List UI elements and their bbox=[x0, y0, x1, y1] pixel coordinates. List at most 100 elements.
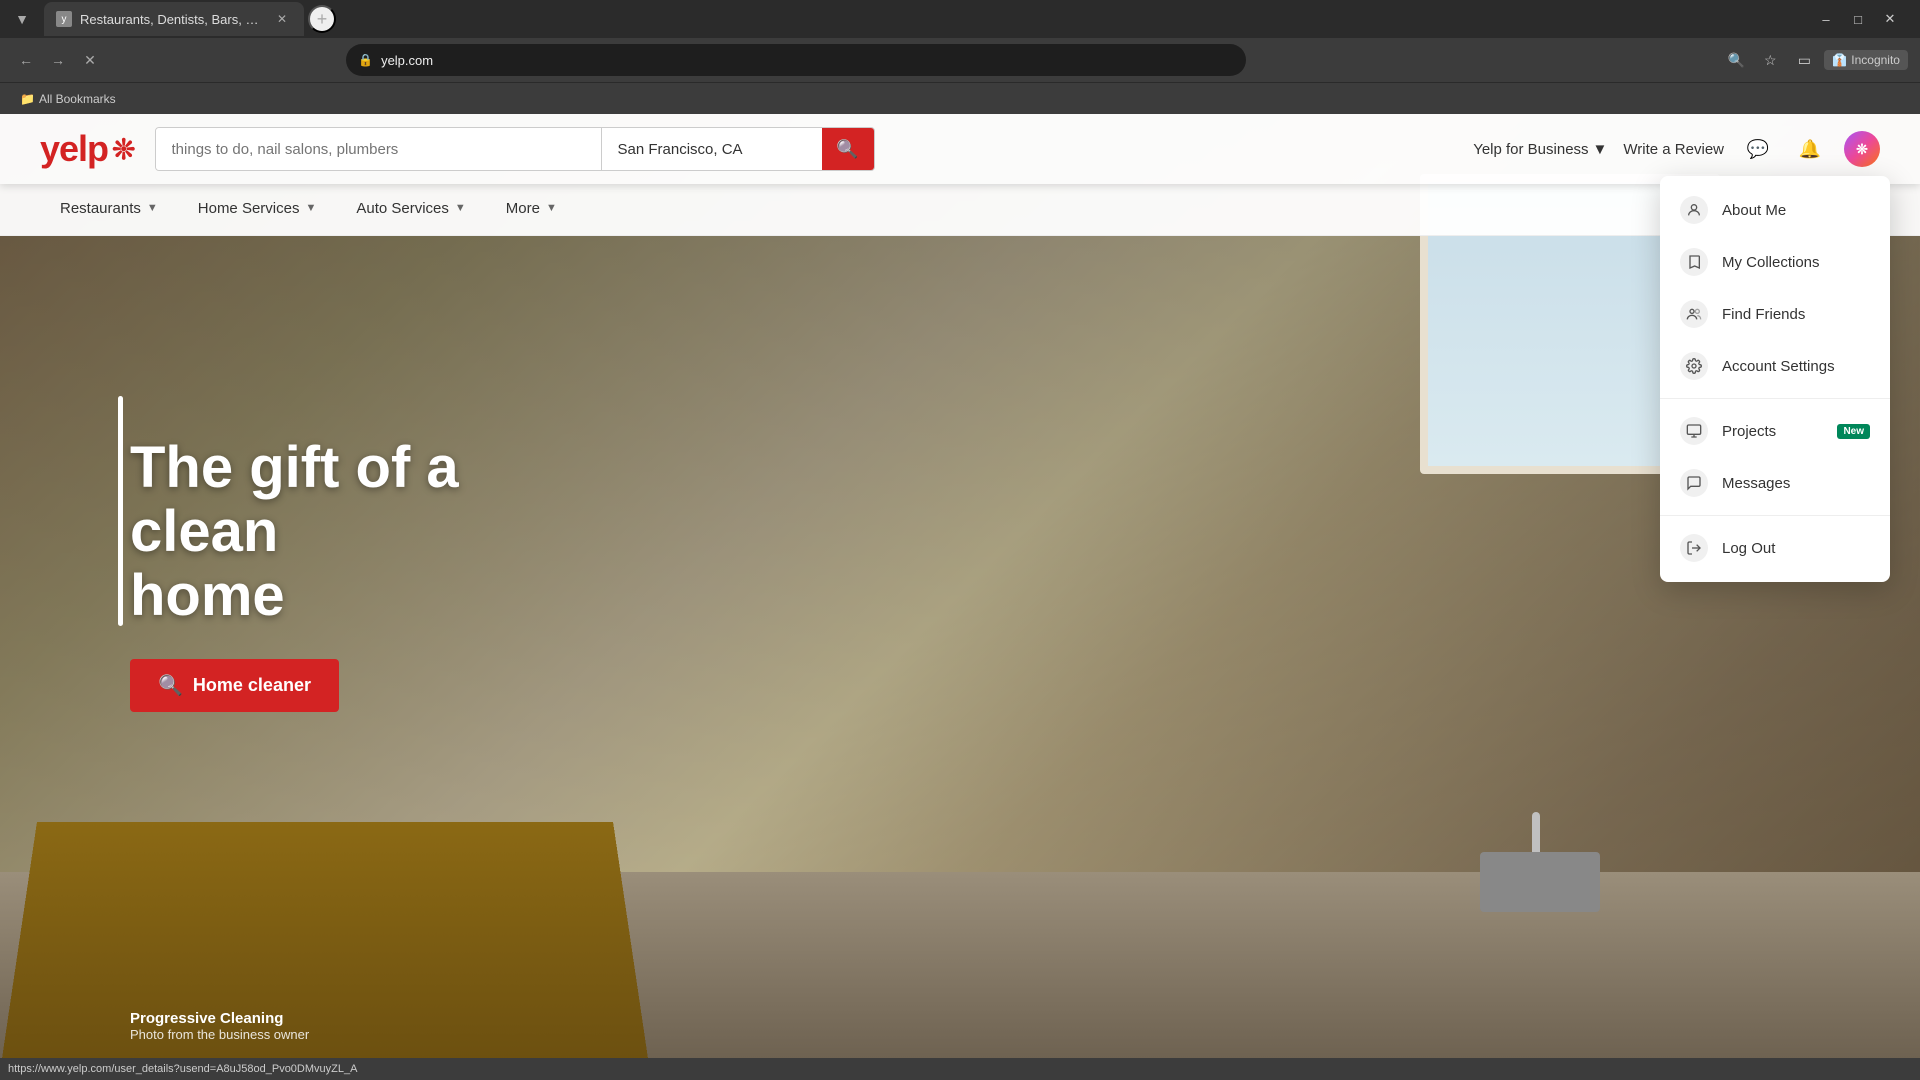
hero-text-area: The gift of a clean home 🔍 Home cleaner bbox=[130, 436, 610, 712]
close-button[interactable]: ✕ bbox=[1876, 5, 1904, 33]
messages-icon: 💬 bbox=[1747, 139, 1769, 160]
yelp-for-business-link[interactable]: Yelp for Business ▼ bbox=[1473, 141, 1607, 158]
write-review-link[interactable]: Write a Review bbox=[1623, 141, 1724, 158]
tab-search-icon[interactable]: ▭ bbox=[1790, 46, 1818, 74]
user-dropdown: About Me My Collections Find Friends Acc… bbox=[1660, 176, 1890, 582]
dropdown-item-messages[interactable]: Messages bbox=[1660, 457, 1890, 509]
reload-button[interactable]: ✕ bbox=[76, 46, 104, 74]
notifications-icon-button[interactable]: 🔔 bbox=[1792, 131, 1828, 167]
hero-content: The gift of a clean home 🔍 Home cleaner … bbox=[0, 236, 1920, 1072]
photo-credit-sub: Photo from the business owner bbox=[130, 1027, 309, 1042]
address-bar[interactable]: 🔒 yelp.com bbox=[346, 44, 1246, 76]
search-button[interactable]: 🔍 bbox=[822, 128, 874, 170]
chevron-down-icon: ▼ bbox=[1593, 141, 1608, 158]
hero-cta-button[interactable]: 🔍 Home cleaner bbox=[130, 659, 339, 712]
bell-icon: 🔔 bbox=[1799, 139, 1821, 160]
location-input[interactable] bbox=[602, 128, 822, 170]
projects-new-badge: New bbox=[1837, 424, 1870, 439]
photo-credit: Progressive Cleaning Photo from the busi… bbox=[130, 1010, 309, 1042]
yelp-page: yelp ❊ 🔍 Yelp for Business ▼ Write a Rev… bbox=[0, 114, 1920, 1072]
all-bookmarks-folder[interactable]: 📁 All Bookmarks bbox=[12, 90, 124, 108]
status-url: https://www.yelp.com/user_details?usend=… bbox=[8, 1063, 357, 1075]
projects-label: Projects bbox=[1722, 423, 1823, 440]
my-collections-icon bbox=[1680, 248, 1708, 276]
minimize-button[interactable]: – bbox=[1812, 5, 1840, 33]
account-settings-label: Account Settings bbox=[1722, 358, 1870, 375]
lock-icon: 🔒 bbox=[358, 53, 373, 67]
avatar-symbol: ❊ bbox=[1856, 141, 1868, 158]
restaurants-label: Restaurants bbox=[60, 200, 141, 217]
messages-label: Messages bbox=[1722, 475, 1870, 492]
yelp-text: yelp bbox=[40, 128, 108, 170]
tab-favicon: y bbox=[56, 11, 72, 27]
hero-title-line2: home bbox=[130, 563, 285, 628]
home-services-chevron-icon: ▼ bbox=[305, 202, 316, 214]
messages-dropdown-icon bbox=[1680, 469, 1708, 497]
nav-buttons: ▼ bbox=[8, 5, 36, 33]
hero-title: The gift of a clean home bbox=[130, 436, 610, 627]
search-bar: 🔍 bbox=[155, 127, 875, 171]
messages-icon-button[interactable]: 💬 bbox=[1740, 131, 1776, 167]
header-actions: Yelp for Business ▼ Write a Review 💬 🔔 ❊ bbox=[1473, 131, 1880, 167]
bookmarks-bar: 📁 All Bookmarks bbox=[0, 82, 1920, 114]
dropdown-item-projects[interactable]: Projects New bbox=[1660, 405, 1890, 457]
nav-item-auto-services[interactable]: Auto Services ▼ bbox=[336, 184, 485, 236]
tab-bar: ▼ y Restaurants, Dentists, Bars, Bea ✕ +… bbox=[0, 0, 1920, 38]
dropdown-item-account-settings[interactable]: Account Settings bbox=[1660, 340, 1890, 392]
account-settings-icon bbox=[1680, 352, 1708, 380]
dropdown-item-my-collections[interactable]: My Collections bbox=[1660, 236, 1890, 288]
hero-accent-bar bbox=[118, 396, 123, 626]
cta-search-icon: 🔍 bbox=[158, 673, 183, 698]
about-me-label: About Me bbox=[1722, 202, 1870, 219]
status-bar: https://www.yelp.com/user_details?usend=… bbox=[0, 1058, 1920, 1080]
folder-icon: 📁 bbox=[20, 92, 35, 106]
incognito-label: Incognito bbox=[1851, 53, 1900, 67]
nav-item-home-services[interactable]: Home Services ▼ bbox=[178, 184, 337, 236]
photo-credit-business: Progressive Cleaning bbox=[130, 1010, 309, 1027]
search-icon: 🔍 bbox=[836, 139, 858, 160]
forward-button[interactable]: → bbox=[44, 46, 72, 74]
tab-title: Restaurants, Dentists, Bars, Bea bbox=[80, 12, 264, 27]
url-text: yelp.com bbox=[381, 53, 1234, 68]
find-friends-icon bbox=[1680, 300, 1708, 328]
home-services-label: Home Services bbox=[198, 200, 300, 217]
auto-services-chevron-icon: ▼ bbox=[455, 202, 466, 214]
yelp-burst-icon: ❊ bbox=[112, 133, 134, 166]
write-review-label: Write a Review bbox=[1623, 141, 1724, 158]
nav-item-more[interactable]: More ▼ bbox=[486, 184, 577, 236]
search-input[interactable] bbox=[156, 128, 602, 170]
tab-list-button[interactable]: ▼ bbox=[8, 5, 36, 33]
restaurants-chevron-icon: ▼ bbox=[147, 202, 158, 214]
bookmarks-label: All Bookmarks bbox=[39, 92, 116, 106]
user-avatar-button[interactable]: ❊ bbox=[1844, 131, 1880, 167]
toolbar-icons: 🔍 ☆ ▭ 👔 Incognito bbox=[1722, 46, 1908, 74]
my-collections-label: My Collections bbox=[1722, 254, 1870, 271]
lens-icon[interactable]: 🔍 bbox=[1722, 46, 1750, 74]
dropdown-divider-2 bbox=[1660, 515, 1890, 516]
star-icon[interactable]: ☆ bbox=[1756, 46, 1784, 74]
auto-services-label: Auto Services bbox=[356, 200, 449, 217]
projects-icon bbox=[1680, 417, 1708, 445]
browser-chrome: ▼ y Restaurants, Dentists, Bars, Bea ✕ +… bbox=[0, 0, 1920, 114]
dropdown-item-find-friends[interactable]: Find Friends bbox=[1660, 288, 1890, 340]
cta-label: Home cleaner bbox=[193, 675, 311, 696]
yelp-nav: Restaurants ▼ Home Services ▼ Auto Servi… bbox=[0, 184, 1920, 236]
nav-item-restaurants[interactable]: Restaurants ▼ bbox=[40, 184, 178, 236]
yelp-logo[interactable]: yelp ❊ bbox=[40, 128, 135, 170]
window-controls: – □ ✕ bbox=[1812, 5, 1912, 33]
hero-title-line1: The gift of a clean bbox=[130, 435, 459, 564]
new-tab-button[interactable]: + bbox=[308, 5, 336, 33]
dropdown-item-about-me[interactable]: About Me bbox=[1660, 184, 1890, 236]
dropdown-item-log-out[interactable]: Log Out bbox=[1660, 522, 1890, 574]
back-button[interactable]: ← bbox=[12, 46, 40, 74]
about-me-icon bbox=[1680, 196, 1708, 224]
maximize-button[interactable]: □ bbox=[1844, 5, 1872, 33]
dropdown-divider-1 bbox=[1660, 398, 1890, 399]
yelp-header: yelp ❊ 🔍 Yelp for Business ▼ Write a Rev… bbox=[0, 114, 1920, 184]
log-out-label: Log Out bbox=[1722, 540, 1870, 557]
active-tab[interactable]: y Restaurants, Dentists, Bars, Bea ✕ bbox=[44, 2, 304, 36]
tab-close-button[interactable]: ✕ bbox=[272, 9, 292, 29]
more-label: More bbox=[506, 200, 540, 217]
yelp-business-label: Yelp for Business bbox=[1473, 141, 1588, 158]
address-bar-row: ← → ✕ 🔒 yelp.com 🔍 ☆ ▭ 👔 Incognito bbox=[0, 38, 1920, 82]
